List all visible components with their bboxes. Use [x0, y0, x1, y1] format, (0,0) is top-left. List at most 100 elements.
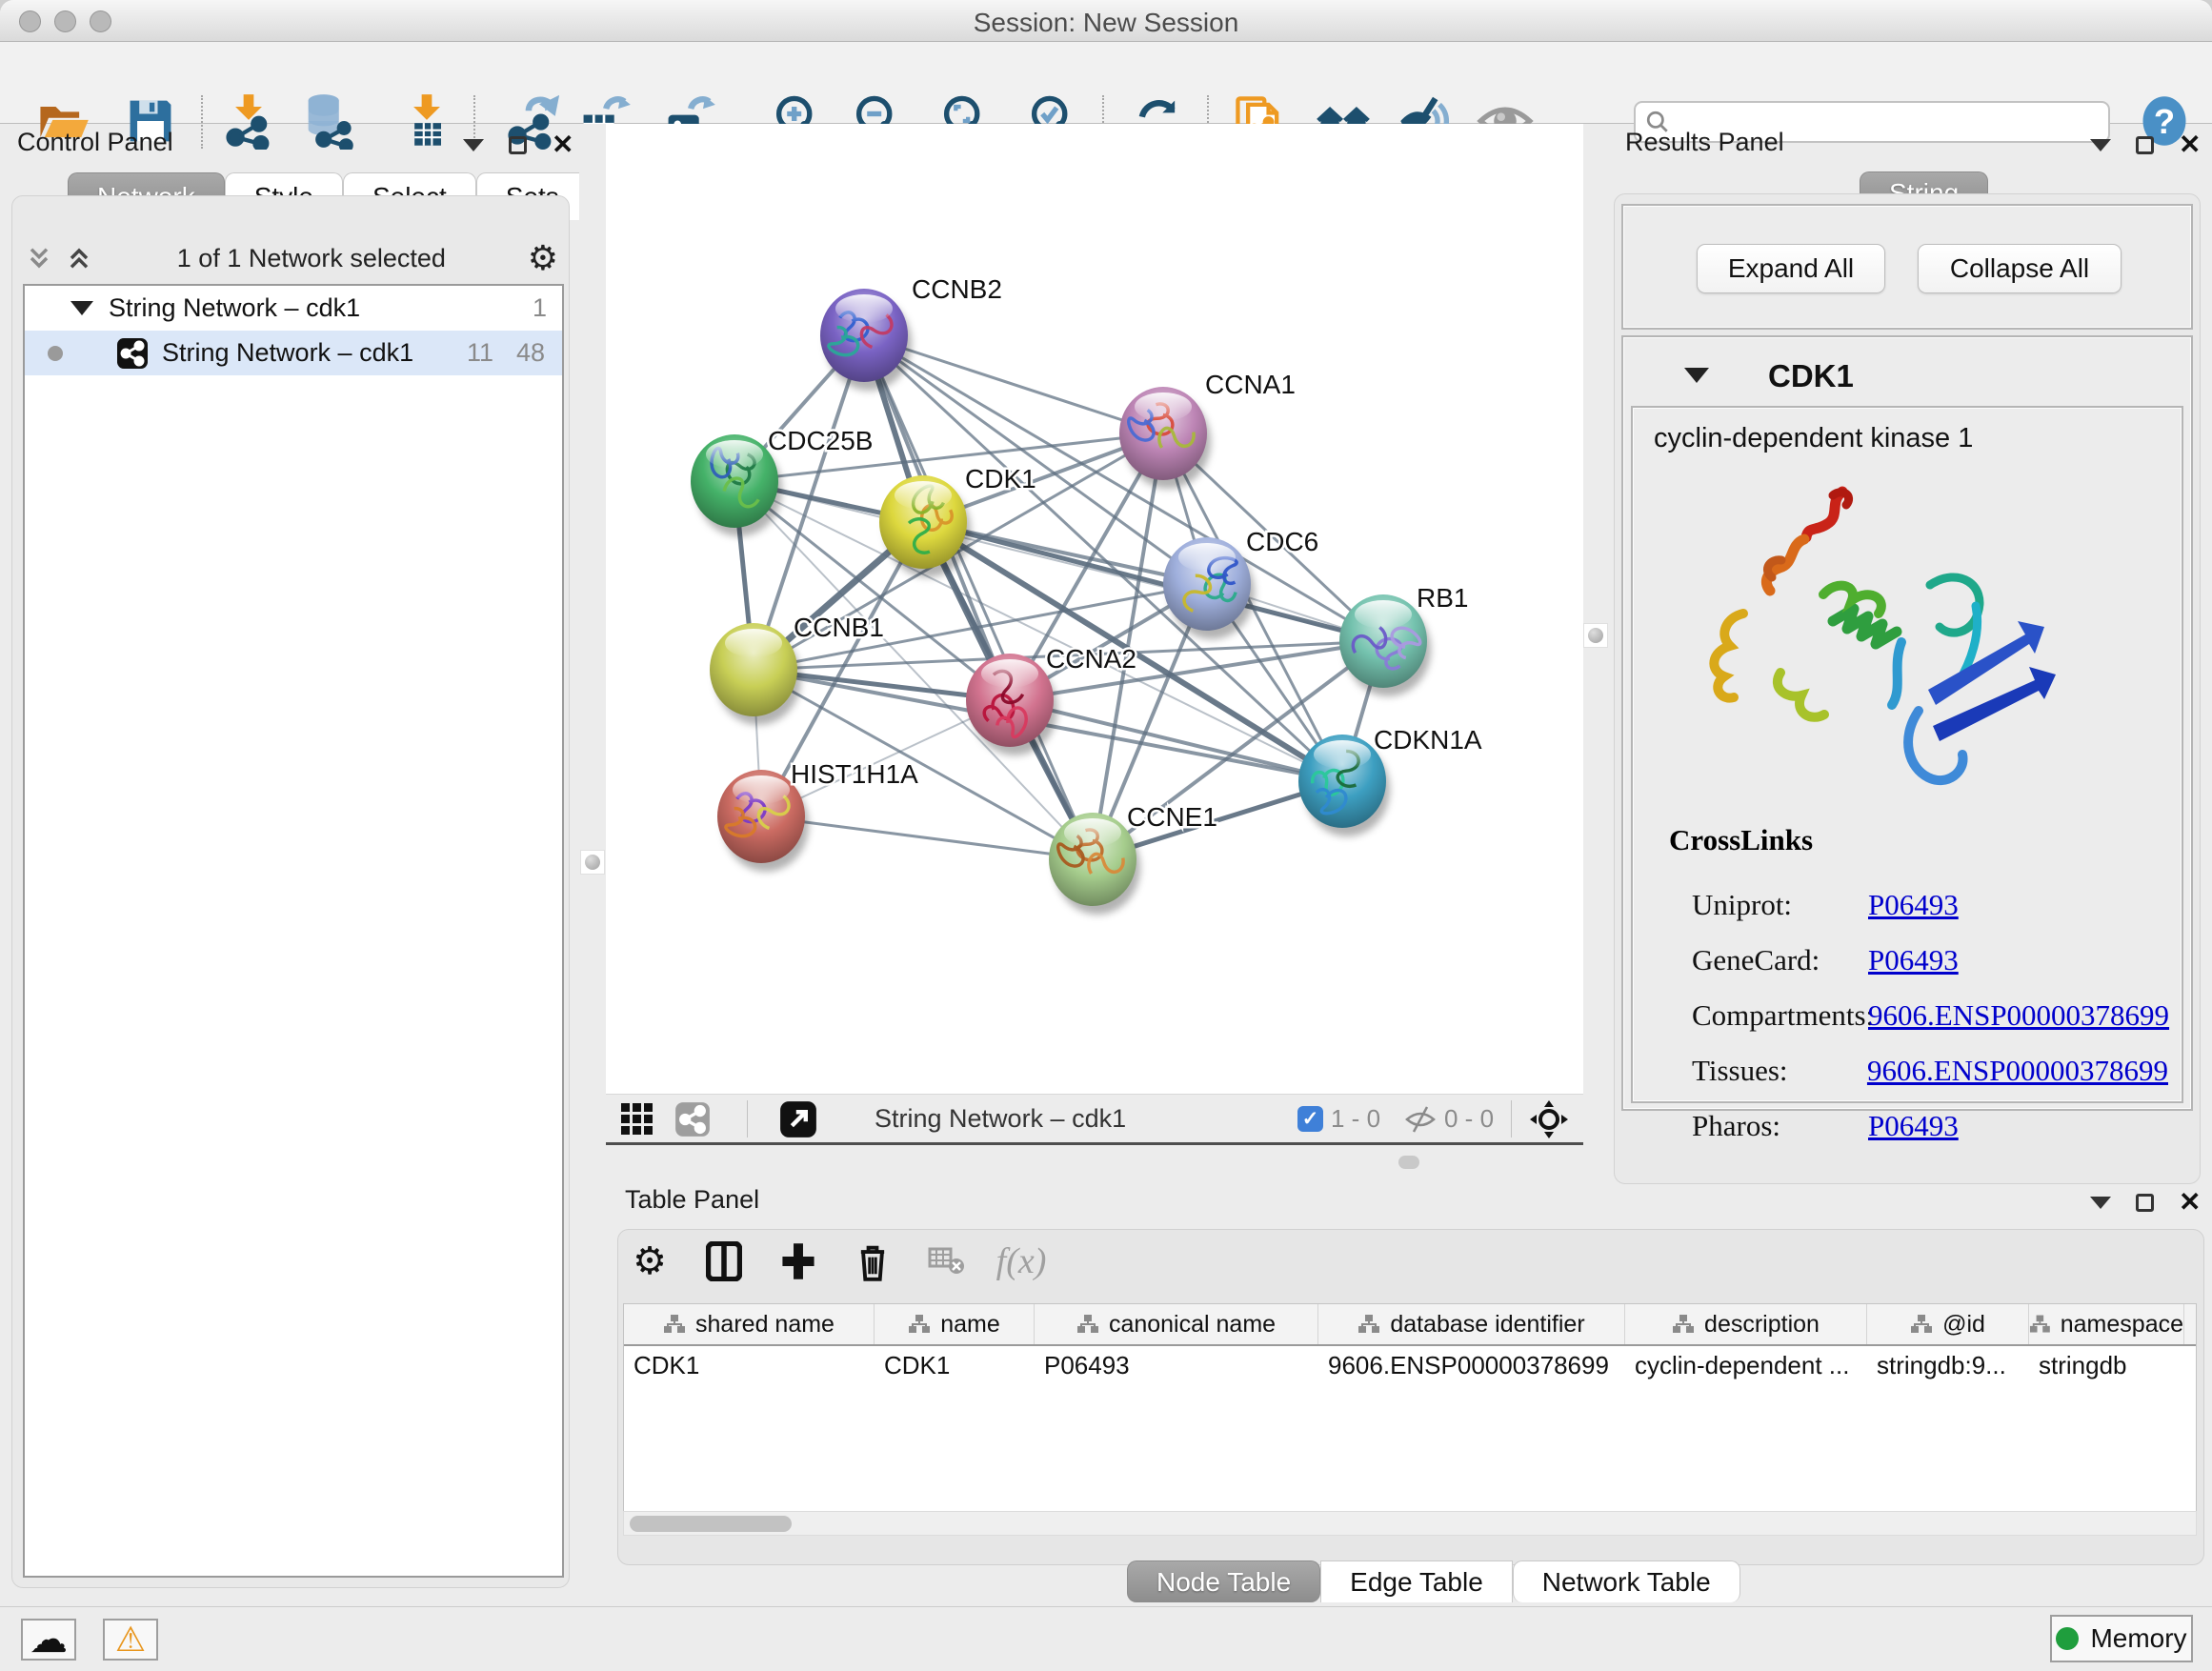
warning-icon: ⚠ — [115, 1620, 146, 1660]
network-node-CDK1[interactable] — [879, 475, 971, 577]
column-header-description[interactable]: description — [1625, 1304, 1867, 1344]
table-cell: stringdb:9... — [1867, 1346, 2029, 1386]
table-toolbar: ⚙ f(x) — [629, 1237, 1042, 1286]
network-row[interactable]: String Network – cdk1 11 48 — [25, 331, 562, 375]
float-panel-icon[interactable] — [509, 136, 527, 154]
network-overview-icon[interactable] — [674, 1095, 711, 1143]
crosslink-row: Pharos:P06493 — [1692, 1109, 2168, 1143]
expand-collapse-box: Expand All Collapse All — [1621, 204, 2193, 330]
selected-checkbox[interactable]: ✓1 - 0 — [1297, 1095, 1380, 1143]
network-options-gear-icon[interactable]: ⚙ — [528, 238, 558, 278]
node-label-CDC25B: CDC25B — [768, 426, 873, 455]
expand-all-button[interactable]: Expand All — [1697, 244, 1885, 293]
splitter-grip[interactable] — [580, 850, 605, 875]
close-panel-icon[interactable]: ✕ — [552, 135, 573, 154]
column-header-database-identifier[interactable]: database identifier — [1318, 1304, 1625, 1344]
main-toolbar: ? — [0, 42, 2212, 124]
crosslink-link[interactable]: P06493 — [1868, 888, 1959, 922]
crosslink-link[interactable]: P06493 — [1868, 1109, 1959, 1143]
vertical-splitter[interactable] — [579, 124, 606, 1606]
collapse-panel-icon[interactable] — [463, 139, 484, 151]
memory-button[interactable]: Memory — [2050, 1615, 2193, 1662]
crosslink-link[interactable]: 9606.ENSP00000378699 — [1867, 1054, 2168, 1088]
node-table: shared namenamecanonical namedatabase id… — [623, 1303, 2197, 1513]
table-panel-title: Table Panel — [625, 1185, 759, 1215]
collapse-result-icon[interactable] — [1684, 368, 1709, 383]
import-table-from-file-icon[interactable] — [398, 92, 455, 150]
collection-label: String Network – cdk1 — [109, 293, 360, 323]
tab-node-table[interactable]: Node Table — [1127, 1560, 1320, 1602]
collapse-all-button[interactable]: Collapse All — [1918, 244, 2122, 293]
collapse-all-icon[interactable] — [23, 243, 55, 273]
network-collection-row[interactable]: String Network – cdk1 1 — [25, 286, 562, 331]
scrollbar-thumb[interactable] — [630, 1516, 792, 1532]
delete-table-icon[interactable] — [926, 1240, 968, 1282]
crosslink-link[interactable]: 9606.ENSP00000378699 — [1868, 998, 2169, 1033]
network-node-CDC6[interactable] — [1163, 537, 1255, 639]
crosslinks-title: CrossLinks — [1669, 823, 1813, 857]
grid-view-icon[interactable] — [621, 1095, 653, 1143]
column-header-shared-name[interactable]: shared name — [624, 1304, 875, 1344]
column-type-icon — [908, 1314, 931, 1335]
crosslink-label: Compartments: — [1692, 998, 1868, 1033]
close-panel-icon[interactable]: ✕ — [2179, 1193, 2201, 1212]
protein-detail-box: cyclin-dependent kinase 1 — [1631, 406, 2183, 1103]
column-header-@id[interactable]: @id — [1867, 1304, 2029, 1344]
collapse-panel-icon[interactable] — [2090, 139, 2111, 151]
splitter-grip[interactable] — [1583, 623, 1608, 648]
tab-network-table[interactable]: Network Table — [1513, 1560, 1740, 1602]
delete-column-icon[interactable] — [852, 1240, 894, 1282]
node-label-CDK1: CDK1 — [965, 464, 1036, 493]
table-horizontal-scrollbar[interactable] — [623, 1511, 2197, 1536]
function-builder-icon[interactable]: f(x) — [1000, 1240, 1042, 1282]
vertical-splitter[interactable] — [1583, 124, 1608, 1148]
network-list: String Network – cdk1 1 String Network –… — [23, 284, 564, 1578]
protein-name: CDK1 — [1768, 358, 1854, 394]
network-status-dot — [48, 346, 63, 361]
table-cell: cyclin-dependent ... — [1625, 1346, 1867, 1386]
node-label-CCNB1: CCNB1 — [794, 613, 884, 642]
float-panel-icon[interactable] — [2136, 136, 2154, 154]
network-canvas[interactable]: CCNB2CCNA1CDC25BCDK1CDC6RB1CCNB1CCNA2CDK… — [606, 124, 1583, 1094]
crosslink-link[interactable]: P06493 — [1868, 943, 1959, 977]
collapse-panel-icon[interactable] — [2090, 1197, 2111, 1209]
network-node-count: 11 — [467, 338, 493, 368]
network-view-title: String Network – cdk1 — [875, 1095, 1126, 1143]
cloud-button[interactable]: ☁ — [21, 1619, 76, 1661]
import-network-from-database-icon[interactable] — [299, 92, 356, 150]
protein-structure-image — [1690, 471, 2071, 814]
crosslink-label: GeneCard: — [1692, 943, 1868, 977]
network-edge[interactable] — [1010, 700, 1342, 781]
network-node-CCNB2[interactable] — [820, 289, 912, 391]
column-header-canonical-name[interactable]: canonical name — [1035, 1304, 1318, 1344]
column-header-name[interactable]: name — [875, 1304, 1035, 1344]
network-type-icon — [116, 337, 149, 370]
column-type-icon — [1357, 1314, 1380, 1335]
warning-button[interactable]: ⚠ — [103, 1619, 158, 1661]
column-header-namespace[interactable]: namespace — [2029, 1304, 2184, 1344]
column-type-icon — [1910, 1314, 1933, 1335]
network-edge[interactable] — [761, 816, 1093, 859]
status-bar: ☁ ⚠ Memory — [0, 1606, 2212, 1671]
toolbar-separator — [1511, 1100, 1512, 1137]
protein-description: cyclin-dependent kinase 1 — [1654, 423, 1973, 454]
network-node-CCNA1[interactable] — [1119, 387, 1211, 489]
add-column-icon[interactable] — [777, 1240, 819, 1282]
control-panel-title: Control Panel — [17, 128, 173, 157]
float-panel-icon[interactable] — [2136, 1194, 2154, 1212]
column-type-icon — [1672, 1314, 1695, 1335]
network-view-toolbar: String Network – cdk1 ✓1 - 0 0 - 0 — [606, 1094, 1583, 1145]
manage-columns-icon[interactable] — [703, 1240, 745, 1282]
tab-edge-table[interactable]: Edge Table — [1320, 1560, 1513, 1602]
column-type-icon — [2029, 1314, 2051, 1335]
expand-all-icon[interactable] — [63, 243, 95, 273]
table-options-gear-icon[interactable]: ⚙ — [629, 1240, 671, 1282]
import-network-from-file-icon[interactable] — [220, 92, 277, 150]
splitter-grip[interactable] — [1398, 1156, 1419, 1169]
expand-collection-icon[interactable] — [70, 301, 93, 315]
crosslink-row: Tissues:9606.ENSP00000378699 — [1692, 1054, 2168, 1088]
birds-eye-view-icon[interactable] — [1528, 1095, 1570, 1143]
detach-view-icon[interactable] — [779, 1095, 817, 1143]
table-row[interactable]: CDK1CDK1P064939606.ENSP00000378699cyclin… — [624, 1346, 2196, 1386]
close-panel-icon[interactable]: ✕ — [2179, 135, 2201, 154]
